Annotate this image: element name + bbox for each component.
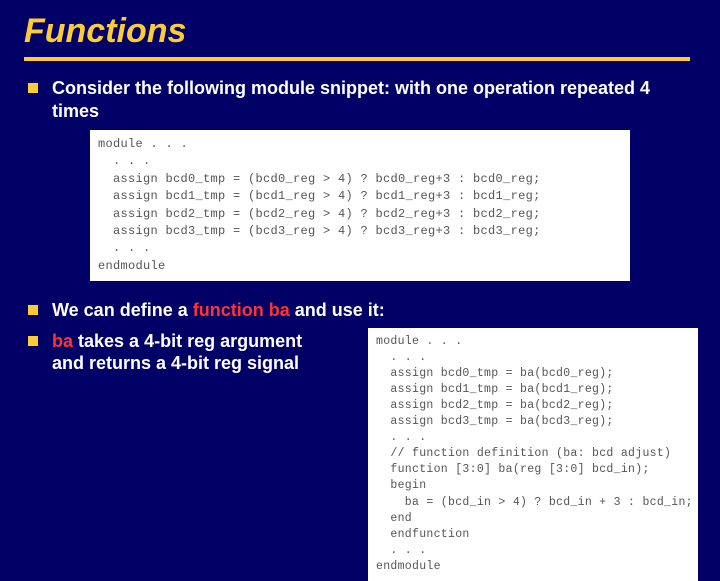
bullet-2-post: and use it: [290,300,385,320]
code-snippet-original: module . . . . . . assign bcd0_tmp = (bc… [90,130,630,281]
bullet-2-text: We can define a function ba and use it: [52,299,385,322]
slide: Functions Consider the following module … [0,0,720,540]
bullet-3-line2: and returns a 4-bit reg signal [52,353,299,373]
bullet-2: We can define a function ba and use it: [28,299,700,322]
bullet-3-rest: takes a 4-bit reg argument [73,331,302,351]
bullet-icon [28,336,38,346]
bullet-3: ba takes a 4-bit reg argument and return… [28,330,360,375]
code-snippet-function: module . . . . . . assign bcd0_tmp = ba(… [368,328,698,581]
bullet-3-red: ba [52,331,73,351]
bullet-icon [28,83,38,93]
bullet-3-text: ba takes a 4-bit reg argument and return… [52,330,302,375]
slide-title: Functions [24,12,700,51]
bullet-1-text: Consider the following module snippet: w… [52,77,700,122]
title-underline [24,57,690,61]
row-bullet3-and-code: ba takes a 4-bit reg argument and return… [20,330,700,581]
bullet-icon [28,305,38,315]
bullet-1: Consider the following module snippet: w… [28,77,700,122]
bullet-3-col: ba takes a 4-bit reg argument and return… [20,330,360,383]
bullet-2-pre: We can define a [52,300,193,320]
bullet-2-red: function ba [193,300,290,320]
page-number: 1-74 [652,504,686,524]
